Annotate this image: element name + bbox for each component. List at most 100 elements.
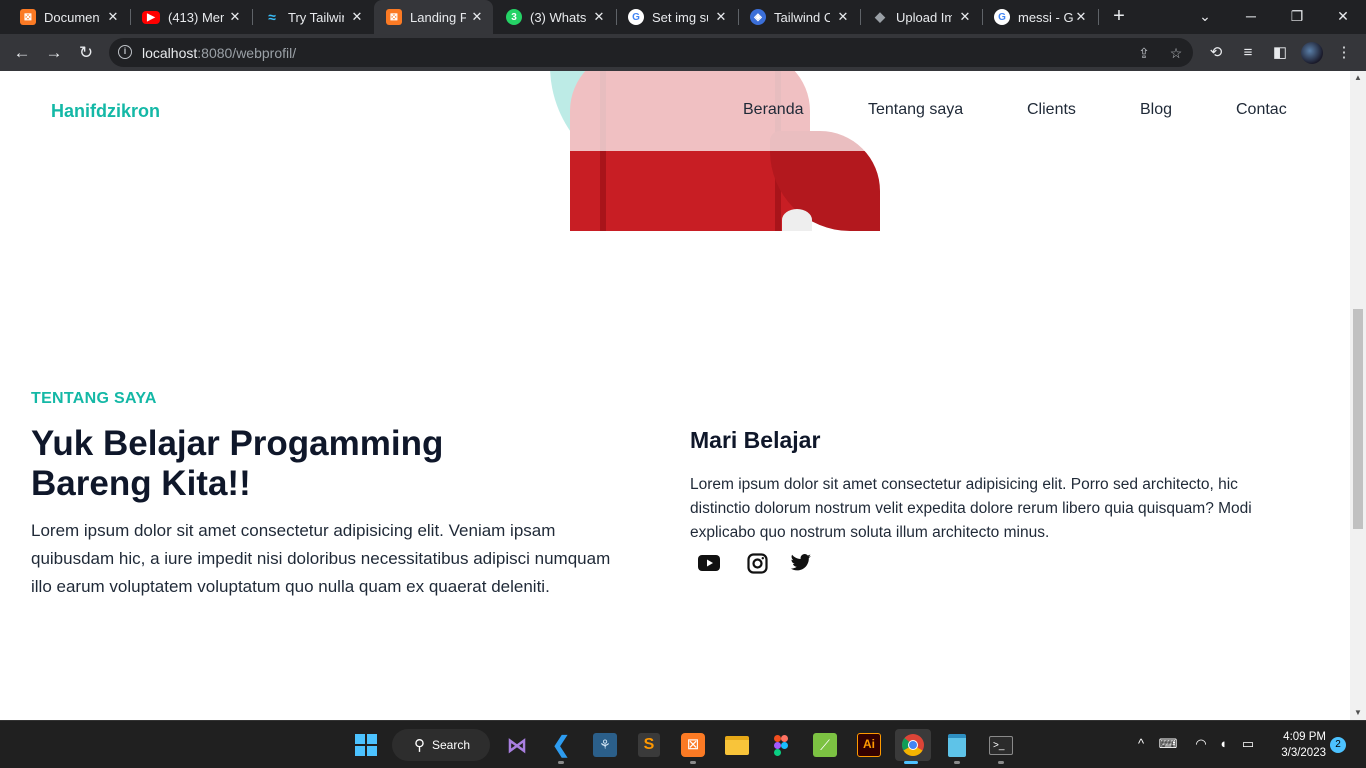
minimize-button[interactable]: ─ <box>1228 0 1274 34</box>
side-heading: Mari Belajar <box>690 427 821 453</box>
tab-title: (413) Mem <box>168 9 224 25</box>
site-info-icon[interactable]: i <box>118 45 132 59</box>
url-path: :8080/webprofil/ <box>197 45 297 61</box>
close-icon[interactable]: ✕ <box>1073 9 1089 25</box>
tailwind-icon: ≈ <box>268 9 276 25</box>
tab-youtube[interactable]: ▶ (413) Mem ✕ <box>130 0 251 34</box>
tab-title: Set img su <box>652 9 708 25</box>
tab-title: Tailwind C <box>774 9 830 25</box>
illustrator-icon[interactable]: Ai <box>853 729 885 761</box>
reload-button[interactable]: ↻ <box>73 40 99 66</box>
tab-title: (3) WhatsA <box>530 9 586 25</box>
tab-strip: ⊠ Document ✕ ▶ (413) Mem ✕ ≈ Try Tailwin… <box>0 0 1366 34</box>
figma-icon[interactable] <box>765 729 797 761</box>
extension-icon[interactable]: ⟲ <box>1205 42 1227 64</box>
section-description: Lorem ipsum dolor sit amet consectetur a… <box>31 521 611 596</box>
google-icon: G <box>628 9 644 25</box>
back-button[interactable]: ← <box>9 40 35 66</box>
windows-taskbar: ⚲ Search ⋈ ❮ ⚘ S ⊠ ⟋ Ai >_ ^ ⌨ ◠ ◖ ▭ 4:0… <box>0 720 1366 768</box>
tab-title: Try Tailwind <box>288 9 344 25</box>
bookmark-star-icon[interactable]: ☆ <box>1167 44 1185 62</box>
notepad-icon[interactable] <box>941 729 973 764</box>
forward-button[interactable]: → <box>41 40 67 66</box>
youtube-icon: ▶ <box>142 10 160 24</box>
section-kicker: TENTANG SAYA <box>31 390 157 407</box>
tab-google-set-img[interactable]: G Set img su ✕ <box>616 0 737 34</box>
scrollbar-thumb[interactable] <box>1353 309 1363 529</box>
xampp-icon: ⊠ <box>20 9 36 25</box>
tab-document[interactable]: ⊠ Document ✕ <box>8 0 129 34</box>
corel-draw-icon[interactable]: ⟋ <box>809 729 841 761</box>
url-host: localhost <box>142 45 198 61</box>
tab-tailwind-play[interactable]: ≈ Try Tailwind ✕ <box>252 0 373 34</box>
side-panel-icon[interactable]: ◧ <box>1269 42 1291 64</box>
page-viewport: Hanifdzikron Beranda Tentang saya Client… <box>0 71 1350 720</box>
xampp-icon[interactable]: ⊠ <box>677 729 709 764</box>
sublime-text-icon[interactable]: S <box>633 729 665 761</box>
tailwind-css-icon: ◈ <box>750 9 766 25</box>
tab-landing-page[interactable]: ⊠ Landing Pa ✕ <box>374 0 493 34</box>
nav-link-blog[interactable]: Blog <box>1140 101 1172 119</box>
nav-link-clients[interactable]: Clients <box>1027 101 1076 119</box>
scroll-up-arrow-icon[interactable]: ▲ <box>1350 71 1366 85</box>
youtube-icon[interactable] <box>697 551 721 575</box>
menu-kebab-icon[interactable]: ⋮ <box>1333 42 1355 64</box>
close-window-button[interactable]: ✕ <box>1320 0 1366 34</box>
restore-button[interactable]: ❐ <box>1274 0 1320 34</box>
upload-icon: ◆ <box>875 9 885 24</box>
mysql-workbench-icon[interactable]: ⚘ <box>589 729 621 761</box>
close-icon[interactable]: ✕ <box>227 9 243 25</box>
page-scrollbar[interactable]: ▲ ▼ <box>1350 71 1366 720</box>
chrome-icon[interactable] <box>895 729 931 764</box>
terminal-icon[interactable]: >_ <box>985 729 1017 764</box>
close-icon[interactable]: ✕ <box>713 9 729 25</box>
instagram-icon[interactable] <box>745 551 769 575</box>
nav-link-beranda[interactable]: Beranda <box>743 101 804 119</box>
notification-badge[interactable]: 2 <box>1330 737 1346 753</box>
brand-logo[interactable]: Hanifdzikron <box>51 101 160 122</box>
battery-icon[interactable]: ▭ <box>1238 733 1258 755</box>
close-icon[interactable]: ✕ <box>591 9 607 25</box>
vscode-icon[interactable]: ❮ <box>545 729 577 764</box>
close-icon[interactable]: ✕ <box>469 9 485 25</box>
search-label: Search <box>432 738 471 752</box>
profile-avatar[interactable] <box>1301 42 1323 64</box>
share-icon[interactable]: ⇪ <box>1135 44 1153 62</box>
close-icon[interactable]: ✕ <box>957 9 973 25</box>
side-description: Lorem ipsum dolor sit amet consectetur a… <box>690 476 1252 541</box>
start-button[interactable] <box>350 729 382 761</box>
tab-search-button[interactable]: ⌄ <box>1182 0 1228 34</box>
taskbar-search[interactable]: ⚲ Search <box>392 729 490 761</box>
tab-google-messi[interactable]: G messi - Go ✕ <box>982 0 1097 34</box>
tab-tailwind-css[interactable]: ◈ Tailwind C ✕ <box>738 0 859 34</box>
tab-separator <box>1098 9 1099 25</box>
volume-icon[interactable]: ◖ <box>1213 733 1233 755</box>
nav-link-tentang-saya[interactable]: Tentang saya <box>868 101 963 119</box>
address-bar[interactable]: i localhost:8080/webprofil/ ⇪ ☆ <box>109 38 1193 67</box>
reading-list-icon[interactable]: ≡ <box>1237 42 1259 64</box>
new-tab-button[interactable]: + <box>1108 5 1130 27</box>
twitter-icon[interactable] <box>789 551 813 575</box>
search-icon: ⚲ <box>414 737 425 754</box>
close-icon[interactable]: ✕ <box>105 9 121 25</box>
google-icon: G <box>994 9 1010 25</box>
file-explorer-icon[interactable] <box>721 729 753 761</box>
whatsapp-icon: 3 <box>506 9 522 25</box>
wifi-icon[interactable]: ◠ <box>1191 733 1211 755</box>
tab-upload-image[interactable]: ◆ Upload Im ✕ <box>860 0 981 34</box>
whatsapp-badge: 3 <box>511 11 517 23</box>
tab-title: Upload Im <box>896 9 952 25</box>
nav-link-contact[interactable]: Contac <box>1236 101 1287 119</box>
close-icon[interactable]: ✕ <box>835 9 851 25</box>
site-navbar: Hanifdzikron Beranda Tentang saya Client… <box>0 71 1350 151</box>
tab-title: Landing Pa <box>410 9 466 25</box>
scroll-down-arrow-icon[interactable]: ▼ <box>1350 706 1366 720</box>
url-text[interactable]: localhost:8080/webprofil/ <box>142 45 296 61</box>
close-icon[interactable]: ✕ <box>349 9 365 25</box>
visual-studio-icon[interactable]: ⋈ <box>501 729 533 761</box>
show-hidden-icons-chevron-icon[interactable]: ^ <box>1131 733 1151 755</box>
tab-whatsapp[interactable]: 3 (3) WhatsA ✕ <box>494 0 615 34</box>
system-clock[interactable]: 4:09 PM 3/3/2023 <box>1270 729 1326 761</box>
keyboard-icon[interactable]: ⌨ <box>1158 733 1178 755</box>
hero-person-hand <box>782 209 812 231</box>
